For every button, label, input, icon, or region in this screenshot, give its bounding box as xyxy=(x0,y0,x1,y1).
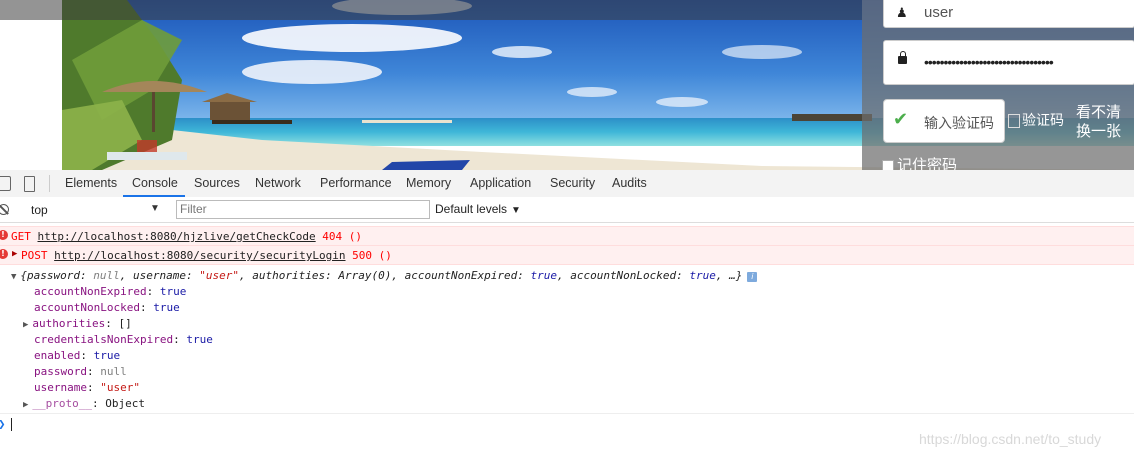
captcha-image[interactable]: 验证码 xyxy=(1008,110,1064,130)
levels-label: Default levels xyxy=(435,202,508,216)
property-row-expandable[interactable]: ▶ authorities: [] xyxy=(23,317,132,330)
property-row: username: "user" xyxy=(34,381,140,394)
error-url-link[interactable]: http://localhost:8080/security/securityL… xyxy=(54,249,345,262)
tab-network[interactable]: Network xyxy=(255,176,301,190)
chevron-down-icon: ▼ xyxy=(150,203,160,214)
web-page-area: ♟ user •••••••••••••••••••••••••••••••••… xyxy=(0,0,1134,170)
clear-console-icon[interactable] xyxy=(0,204,9,215)
property-row: enabled: true xyxy=(34,349,121,362)
refresh-label-line2: 换一张 xyxy=(1076,123,1122,140)
password-value: ••••••••••••••••••••••••••••••••• xyxy=(924,54,1054,70)
remember-password[interactable]: 记住密码 xyxy=(882,154,957,170)
expand-triangle-icon[interactable]: ▶ xyxy=(12,249,17,259)
error-icon: ! xyxy=(0,249,8,259)
watermark-text: https://blog.csdn.net/to_study xyxy=(919,431,1102,447)
devtools-tab-bar: Elements Console Sources Network Perform… xyxy=(0,170,1134,198)
tab-elements[interactable]: Elements xyxy=(65,176,117,190)
console-error-post: ! ▶ POST http://localhost:8080/security/… xyxy=(0,245,1134,265)
page-header-overlay xyxy=(0,0,862,20)
captcha-alt-text: 验证码 xyxy=(1022,112,1064,128)
toolbar-divider xyxy=(49,175,50,192)
user-icon: ♟ xyxy=(896,5,908,20)
error-method: GET xyxy=(11,230,31,243)
collapse-triangle-icon[interactable]: ▼ xyxy=(11,272,16,282)
tab-sources[interactable]: Sources xyxy=(194,176,240,190)
context-selector[interactable]: top ▼ xyxy=(22,200,162,218)
tab-security[interactable]: Security xyxy=(550,176,595,190)
tab-application[interactable]: Application xyxy=(470,176,531,190)
property-row: password: null xyxy=(34,365,127,378)
tab-memory[interactable]: Memory xyxy=(406,176,451,190)
info-icon[interactable]: i xyxy=(747,272,758,282)
error-icon: ! xyxy=(0,230,8,240)
captcha-placeholder: 输入验证码 xyxy=(924,115,994,131)
console-object-output: ▼ {password: null, username: "user", auth… xyxy=(0,265,1134,413)
object-summary-line[interactable]: ▼ {password: null, username: "user", auth… xyxy=(11,269,758,282)
error-status: 500 () xyxy=(352,249,392,262)
property-row: credentialsNonExpired: true xyxy=(34,333,213,346)
property-row-expandable[interactable]: ▶ __proto__: Object xyxy=(23,397,145,410)
tab-console[interactable]: Console xyxy=(132,176,178,190)
refresh-captcha-link[interactable]: 看不清 换一张 xyxy=(1076,103,1130,141)
username-value: user xyxy=(924,4,954,21)
expand-triangle-icon[interactable]: ▶ xyxy=(23,400,28,410)
page-left-margin xyxy=(0,0,62,170)
remember-label: 记住密码 xyxy=(897,157,958,170)
broken-image-icon xyxy=(1008,114,1020,129)
console-filter-input[interactable]: Filter xyxy=(176,200,430,219)
console-filter-bar: top ▼ Filter Default levels ▼ xyxy=(0,197,1134,223)
tab-performance[interactable]: Performance xyxy=(320,176,392,190)
remember-checkbox[interactable] xyxy=(882,160,894,170)
text-caret xyxy=(11,418,12,431)
error-status: 404 () xyxy=(322,230,363,243)
inspect-element-icon[interactable] xyxy=(0,176,11,191)
check-icon: ✔ xyxy=(893,109,909,129)
device-toolbar-icon[interactable] xyxy=(24,176,35,192)
chevron-down-icon: ▼ xyxy=(511,205,521,216)
property-row: accountNonExpired: true xyxy=(34,285,187,298)
property-row: accountNonLocked: true xyxy=(34,301,180,314)
context-value: top xyxy=(31,203,48,217)
devtools-panel: Elements Console Sources Network Perform… xyxy=(0,170,1134,457)
tab-audits[interactable]: Audits xyxy=(612,176,647,190)
refresh-label-line1: 看不清 xyxy=(1076,104,1122,121)
prompt-chevron-icon: ❯ xyxy=(0,419,6,430)
error-method: POST xyxy=(21,249,48,262)
console-error-get: ! GET http://localhost:8080/hjzlive/getC… xyxy=(0,226,1134,246)
log-levels-dropdown[interactable]: Default levels ▼ xyxy=(435,202,521,216)
error-url-link[interactable]: http://localhost:8080/hjzlive/getCheckCo… xyxy=(38,230,316,243)
lock-icon xyxy=(898,51,907,64)
username-field[interactable]: ♟ user xyxy=(883,0,1134,28)
login-panel: ♟ user •••••••••••••••••••••••••••••••••… xyxy=(862,0,1134,170)
password-field[interactable]: ••••••••••••••••••••••••••••••••• xyxy=(883,40,1134,85)
expand-triangle-icon[interactable]: ▶ xyxy=(23,320,28,330)
captcha-input[interactable]: ✔ 输入验证码 xyxy=(883,99,1005,143)
